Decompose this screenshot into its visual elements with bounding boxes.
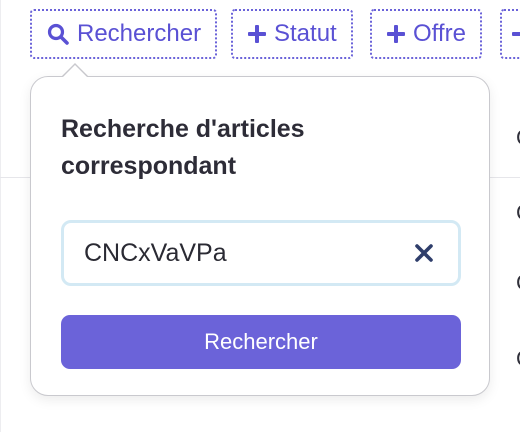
more-filter-button[interactable] bbox=[500, 9, 520, 59]
status-filter-label: Statut bbox=[274, 20, 337, 47]
status-filter-button[interactable]: Statut bbox=[231, 9, 353, 59]
table-cell-fragment: C bbox=[516, 272, 520, 294]
search-input[interactable] bbox=[84, 223, 394, 283]
table-cell-fragment: C bbox=[516, 202, 520, 224]
offer-filter-label: Offre bbox=[413, 20, 466, 47]
content-left-border bbox=[0, 0, 1, 432]
close-icon[interactable] bbox=[414, 243, 434, 263]
page: C C C C Rechercher Statut Offre Recherch… bbox=[0, 0, 520, 432]
plus-icon bbox=[387, 25, 405, 43]
offer-filter-button[interactable]: Offre bbox=[370, 9, 482, 59]
search-filter-label: Rechercher bbox=[77, 20, 202, 47]
plus-icon bbox=[512, 32, 520, 36]
popover-title: Recherche d'articles correspondant bbox=[61, 115, 305, 180]
search-popover: Recherche d'articles correspondant Reche… bbox=[30, 76, 490, 396]
table-cell-fragment: C bbox=[516, 348, 520, 370]
popover-arrow-fill bbox=[62, 65, 88, 78]
plus-icon bbox=[248, 25, 266, 43]
search-icon bbox=[47, 23, 69, 45]
search-field[interactable] bbox=[61, 220, 461, 286]
search-filter-button[interactable]: Rechercher bbox=[30, 9, 218, 59]
search-submit-button[interactable]: Rechercher bbox=[61, 315, 461, 369]
table-cell-fragment: C bbox=[516, 127, 520, 149]
